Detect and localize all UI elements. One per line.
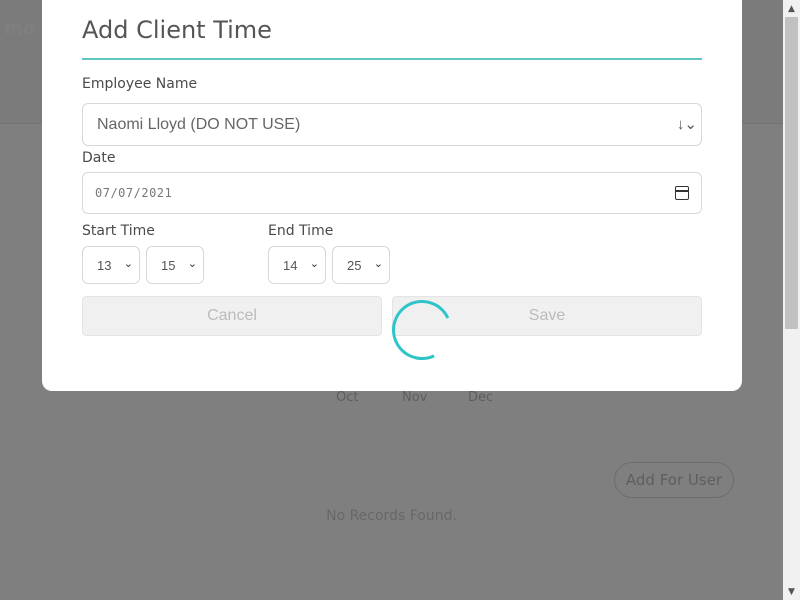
- select-arrows-icon: ↓⌄: [676, 116, 697, 133]
- start-hour-value: 13: [97, 257, 112, 273]
- start-minute-select[interactable]: 15 ⌄: [146, 246, 204, 284]
- start-minute-value: 15: [161, 257, 176, 273]
- chevron-down-icon: ⌄: [309, 258, 319, 270]
- date-value: 07/07/2021: [95, 186, 173, 200]
- page-scrollbar[interactable]: ▲ ▼: [783, 0, 800, 600]
- calendar-icon[interactable]: [675, 186, 689, 200]
- date-label: Date: [82, 150, 116, 166]
- end-minute-value: 25: [347, 257, 362, 273]
- scroll-down-icon[interactable]: ▼: [783, 583, 800, 600]
- employee-name-value: Naomi Lloyd (DO NOT USE): [97, 115, 301, 133]
- chevron-down-icon: ⌄: [373, 258, 383, 270]
- end-minute-select[interactable]: 25 ⌄: [332, 246, 390, 284]
- title-divider: [82, 58, 702, 60]
- chevron-down-icon: ⌄: [123, 258, 133, 270]
- scrollbar-thumb[interactable]: [785, 17, 798, 329]
- end-time-label: End Time: [268, 223, 334, 239]
- end-hour-select[interactable]: 14 ⌄: [268, 246, 326, 284]
- employee-name-select[interactable]: Naomi Lloyd (DO NOT USE) ↓⌄: [82, 103, 702, 146]
- date-input[interactable]: 07/07/2021: [82, 172, 702, 214]
- start-time-label: Start Time: [82, 223, 155, 239]
- chevron-down-icon: ⌄: [187, 258, 197, 270]
- cancel-button[interactable]: Cancel: [82, 296, 382, 336]
- end-hour-value: 14: [283, 257, 298, 273]
- scroll-up-icon[interactable]: ▲: [783, 0, 800, 17]
- modal-title: Add Client Time: [82, 16, 272, 44]
- start-hour-select[interactable]: 13 ⌄: [82, 246, 140, 284]
- employee-name-label: Employee Name: [82, 76, 198, 92]
